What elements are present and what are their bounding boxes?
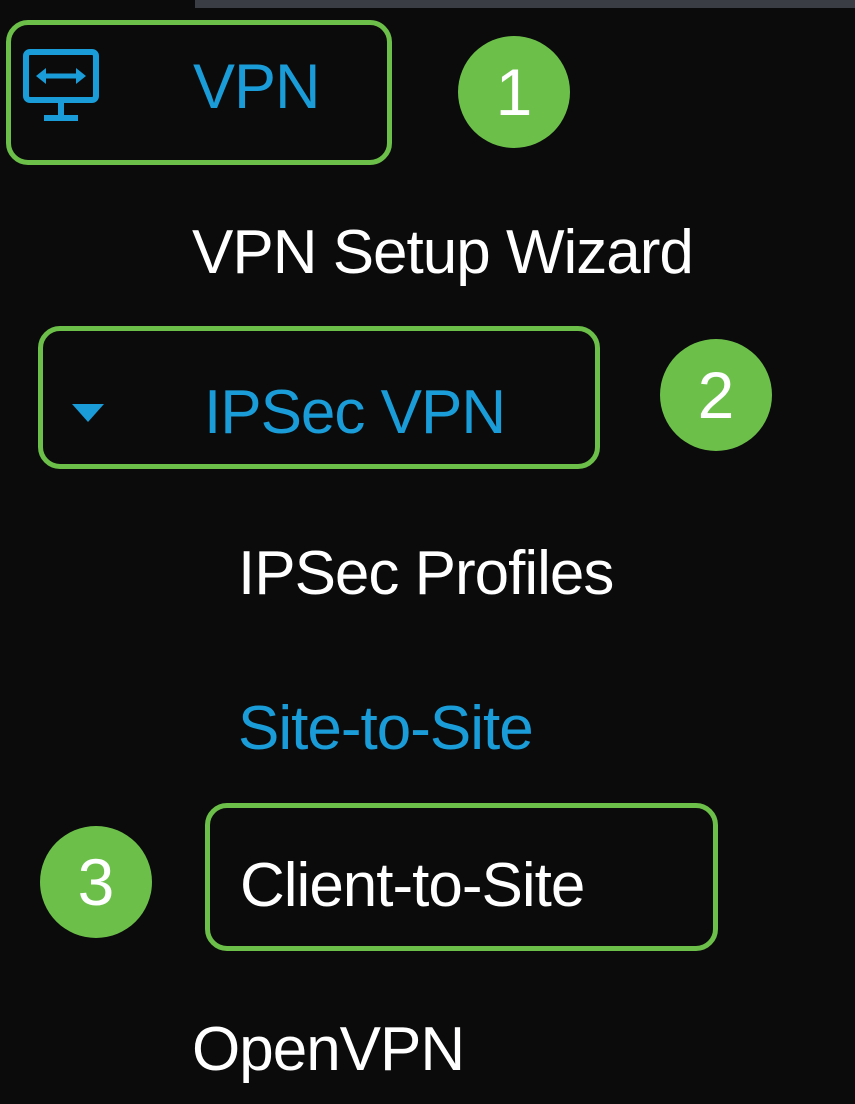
step-3-highlight-box — [205, 803, 718, 951]
step-1-badge: 1 — [458, 36, 570, 148]
nav-item-ipsec-profiles[interactable]: IPSec Profiles — [238, 543, 614, 605]
top-divider — [195, 0, 855, 8]
step-3-badge: 3 — [40, 826, 152, 938]
step-2-highlight-box — [38, 326, 600, 469]
step-2-badge: 2 — [660, 339, 772, 451]
nav-item-site-to-site[interactable]: Site-to-Site — [238, 698, 534, 760]
step-1-highlight-box — [6, 20, 392, 165]
nav-item-vpn-setup-wizard[interactable]: VPN Setup Wizard — [192, 222, 694, 284]
nav-item-openvpn[interactable]: OpenVPN — [192, 1019, 465, 1081]
vpn-navigation-screenshot: VPN 1 VPN Setup Wizard IPSec VPN 2 IPSec… — [0, 0, 855, 1104]
